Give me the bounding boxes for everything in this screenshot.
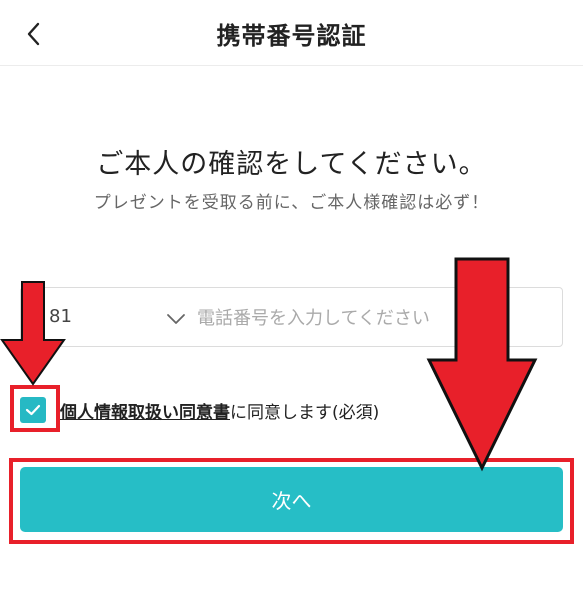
app-header: 携帯番号認証 bbox=[0, 0, 583, 66]
confirm-subheading: プレゼントを受取る前に、ご本人様確認は必ず！ bbox=[93, 193, 490, 213]
confirm-heading: ご本人の確認をしてください。 bbox=[96, 149, 487, 180]
page-title: 携帯番号認証 bbox=[216, 22, 367, 50]
chevron-down-icon[interactable] bbox=[165, 308, 187, 330]
consent-row: 個人情報取扱い同意書 に同意します(必須) bbox=[20, 395, 379, 425]
down-arrow-icon bbox=[426, 257, 538, 472]
down-arrow-icon bbox=[0, 281, 66, 386]
checkbox-highlight-box bbox=[10, 385, 60, 432]
consent-text: に同意します(必須) bbox=[230, 402, 380, 423]
consent-document-link[interactable]: 個人情報取扱い同意書 bbox=[60, 398, 230, 423]
